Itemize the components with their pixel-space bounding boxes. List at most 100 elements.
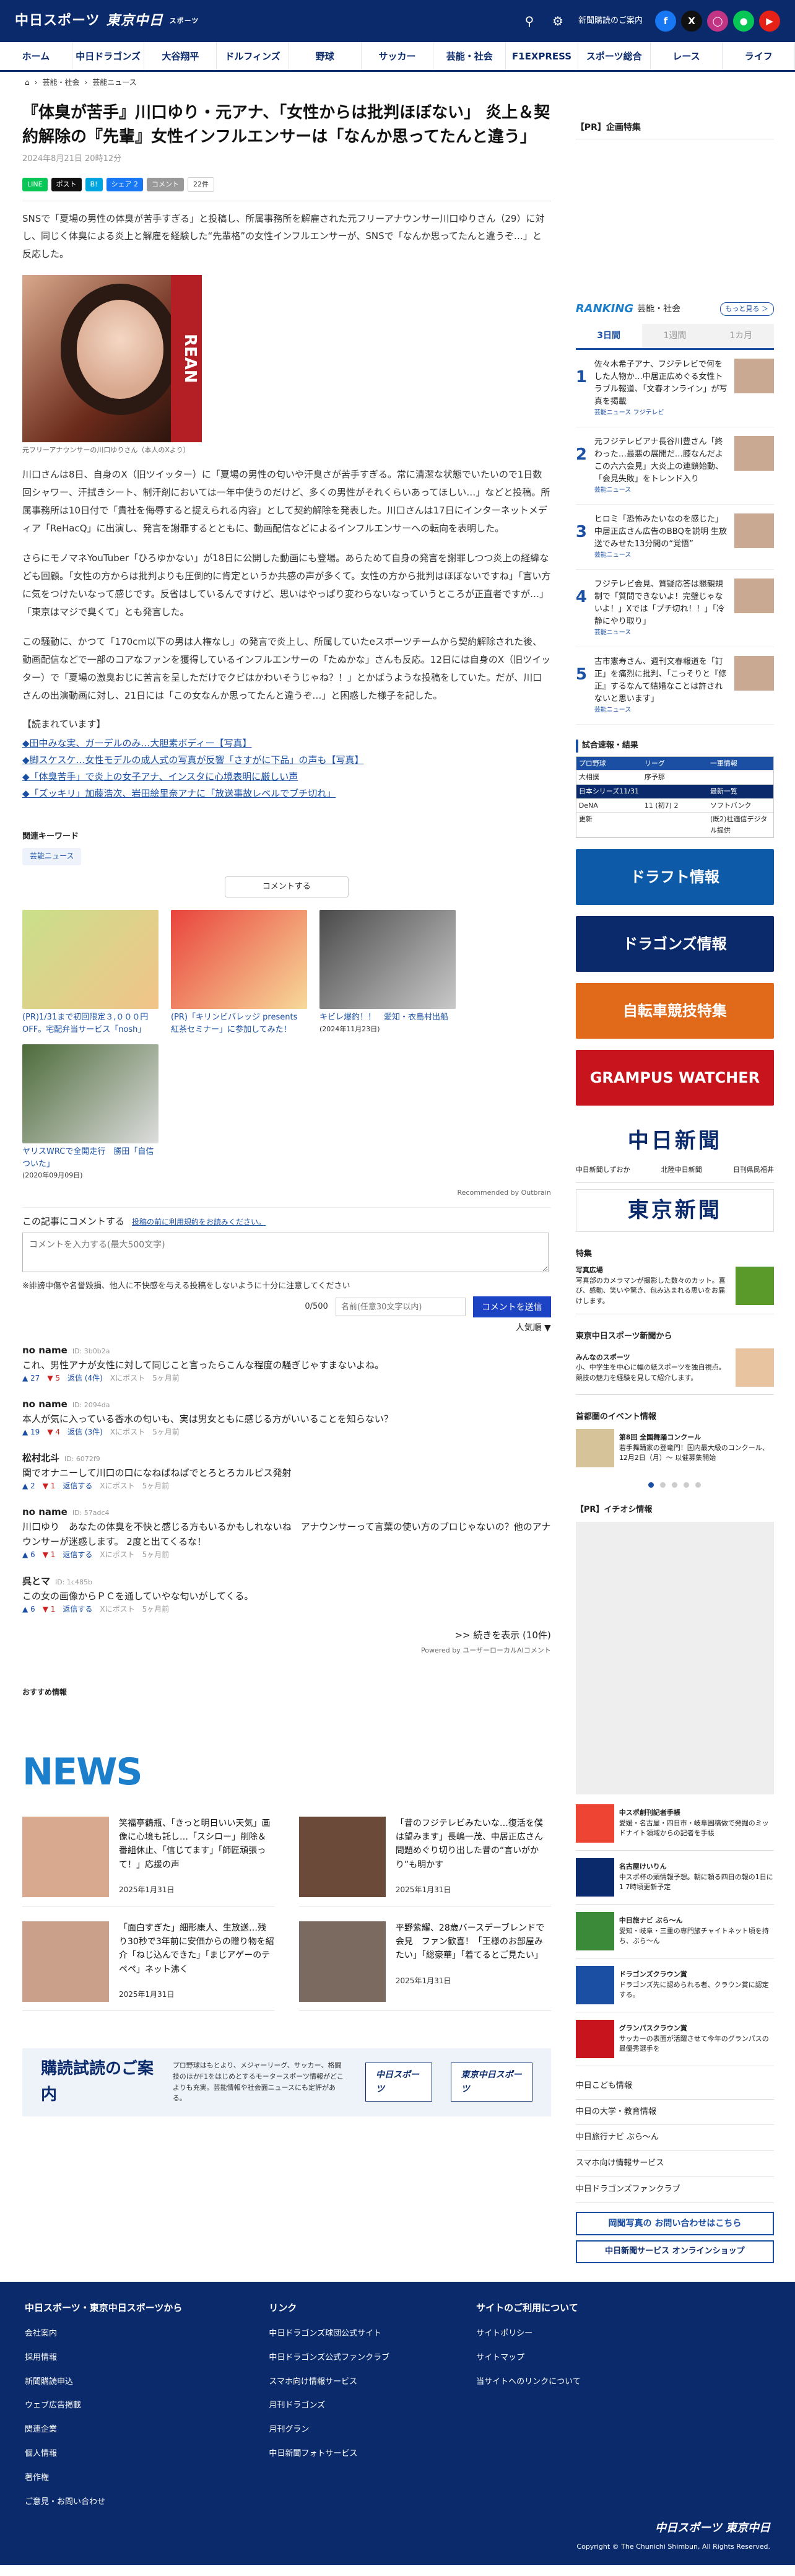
downvote-button[interactable]: ▼ 1 (43, 1480, 56, 1492)
ranking-item[interactable]: 4 フジテレビ会見、質疑応答は懇親規制で「質問できないよ！完璧じゃないよ！」Xでは… (575, 570, 774, 647)
nav-item[interactable]: F1EXPRESS (506, 42, 578, 70)
cycling-banner[interactable]: 自転車競技特集 (575, 983, 774, 1039)
site-logo[interactable]: 中日スポーツ 東京中日 スポーツ (15, 10, 199, 32)
trial-banner[interactable]: 購読試読のご案内 プロ野球はもとより、メジャーリーグ、サッカー、格闘技のほかF1… (22, 2048, 551, 2116)
footer-link[interactable]: 個人情報 (25, 2448, 182, 2461)
footer-link[interactable]: 当サイトへのリンクについて (476, 2376, 581, 2389)
online-shop-banner[interactable]: 中日新聞サービス オンラインショップ (575, 2240, 774, 2264)
recommend-card[interactable]: キビレ爆釣！！ 愛知・衣島村出船 (2024年11月23日) (319, 910, 456, 1036)
comment-input[interactable] (22, 1232, 549, 1272)
pr-item[interactable]: 中スポ創刊記者手帳 愛媛・名古屋・四日市・岐阜圏稿做で発掘のミッドナイト領域からの… (575, 1804, 774, 1851)
pr-item[interactable]: 名古屋けいりん 中スポ杯の頭情報予想。朝に頼る四日の報の1日に1 7時頃更新予定 (575, 1858, 774, 1905)
nav-item[interactable]: スポーツ総合 (578, 42, 651, 70)
post-to-x-link[interactable]: Xにポスト (110, 1426, 145, 1438)
instagram-icon[interactable]: ◯ (707, 11, 728, 32)
footer-link[interactable]: スマホ向け情報サービス (269, 2376, 389, 2389)
ranking-category[interactable]: 芸能ニュース (594, 486, 729, 496)
post-to-x-link[interactable]: Xにポスト (100, 1604, 134, 1615)
score-table[interactable]: プロ野球 リーグ 一軍情報 大相撲 序予那 日本シリーズ11/31 最新一覧 DeNA 11 (… (575, 756, 774, 839)
post-to-x-link[interactable]: Xにポスト (100, 1480, 134, 1492)
upvote-button[interactable]: ▲ 19 (22, 1426, 40, 1438)
card-title[interactable]: ヤリスWRCで全開走行 勝田「自信ついた」 (22, 1146, 159, 1170)
comment-button[interactable]: コメントする (224, 876, 349, 898)
terms-link[interactable]: 投稿の前に利用規約をお読みください。 (132, 1218, 266, 1226)
name-input[interactable] (335, 1298, 466, 1317)
nav-item[interactable]: レース (651, 42, 723, 70)
footer-logo[interactable]: 中日スポーツ 東京中日 (25, 2520, 770, 2538)
news-title[interactable]: 平野紫耀、28歳バースデーブレンドで会見 ファン歓喜！「王様のお部屋みたい」「総… (396, 1921, 551, 1963)
news-item[interactable]: 「昔のフジテレビみたいな…復活を僕は望みます」長嶋一茂、中居正広さん問題めぐり切… (298, 1816, 551, 1906)
footer-link[interactable]: 中日ドラゴンズ公式ファンクラブ (269, 2352, 389, 2365)
footer-link[interactable]: 採用情報 (25, 2352, 182, 2365)
recommend-card[interactable]: (PR)「キリンビバレッジ presents 紅茶セミナー」に参加してみた！ (171, 910, 307, 1036)
grampus-banner[interactable]: GRAMPUS WATCHER (575, 1050, 774, 1106)
footer-link[interactable]: サイトマップ (476, 2352, 581, 2365)
upvote-button[interactable]: ▲ 2 (22, 1480, 35, 1492)
submit-comment-button[interactable]: コメントを送信 (472, 1296, 551, 1318)
downvote-button[interactable]: ▼ 4 (47, 1426, 60, 1438)
reply-button[interactable]: 返信する (63, 1549, 92, 1561)
photo-plaza-block[interactable]: 写真広場 写真部のカメラマンが撮影した数々のカット。喜び、感動、笑いや驚き、包み込… (575, 1265, 774, 1315)
reply-button[interactable]: 返信する (63, 1480, 92, 1492)
ranking-category[interactable]: 芸能ニュース フジテレビ (594, 408, 729, 418)
trial-logo-tokyo[interactable]: 東京中日スポーツ (450, 2063, 532, 2102)
paper-link[interactable]: 中日新聞しずおか (576, 1164, 630, 1176)
breadcrumb-item[interactable]: 芸能ニュース (92, 77, 136, 89)
upvote-button[interactable]: ▲ 27 (22, 1373, 40, 1384)
ranking-category[interactable]: 芸能ニュース (594, 705, 729, 715)
sidebar-link[interactable]: 中日旅行ナビ ぶら～ん (575, 2125, 774, 2152)
related-link[interactable]: ◆「ズッキリ」加藤浩次、岩田絵里奈アナに「放送事故レベルでブチ切れ」 (22, 785, 551, 802)
subscribe-link[interactable]: 新聞購読のご案内 (578, 15, 643, 28)
ranking-title[interactable]: 佐々木希子アナ、フジテレビで何をした人物か…中居正広めぐる女性トラブル報道、「文… (594, 360, 728, 406)
footer-link[interactable]: 会社案内 (25, 2328, 182, 2341)
footer-link[interactable]: 関連企業 (25, 2424, 182, 2437)
line-icon[interactable]: ● (733, 11, 754, 32)
ranking-item[interactable]: 5 古市憲寿さん、週刊文春報道を「訂正」を痛烈に批判、「こっそりと『修正』するなん… (575, 647, 774, 725)
recommend-card[interactable]: (PR)1/31まで初回限定３,０００円OFF。宅配弁当サービス「nosh」 (22, 910, 159, 1036)
share-facebook-button[interactable]: シェア 2 (106, 177, 144, 191)
ranking-more-link[interactable]: もっと見る ＞ (719, 302, 774, 316)
outbrain-credit[interactable]: Recommended by Outbrain (22, 1187, 551, 1198)
news-title[interactable]: 笑福亭鶴瓶、「きっと明日いい天気」画像に心境も託し…「スシロー」削除＆番組休止、… (119, 1817, 274, 1872)
ranking-item[interactable]: 3 ヒロミ「恐怖みたいなのを感じた」中居正広さん広告のBBQを説明 生放送でみせた… (575, 505, 774, 570)
tab-1week[interactable]: 1週間 (641, 324, 708, 348)
sidebar-link[interactable]: 中日こども情報 (575, 2074, 774, 2100)
footer-link[interactable]: ご意見・お問い合わせ (25, 2496, 182, 2509)
pr-item[interactable]: 中日旅ナビ ぶら～ん 愛知・岐阜・三重の専門旅チャイトネット頃を持ち、ぶら～ん (575, 1911, 774, 1958)
footer-link[interactable]: サイトポリシー (476, 2328, 581, 2341)
ranking-category[interactable]: 芸能ニュース (594, 551, 729, 561)
nav-item[interactable]: ホーム (0, 42, 72, 70)
youtube-icon[interactable]: ▶ (759, 11, 780, 32)
pr-item[interactable]: グランパスクラウン賞 サッカーの表面が活躍させて今年のグランパスの最優秀選手を (575, 2019, 774, 2066)
photo-inquiry-banner[interactable]: 岡聞写真の お問い合わせはこちら (575, 2211, 774, 2236)
ranking-item[interactable]: 2 元フジテレビアナ長谷川豊さん「終わった…最悪の展開だ…膝なんだよこの六六会見」… (575, 427, 774, 505)
tokyo-shimbun-logo[interactable]: 東京新聞 (575, 1189, 774, 1232)
ranking-title[interactable]: フジテレビ会見、質疑応答は懇親規制で「質問できないよ！完璧じゃないよ！」Xでは「… (594, 580, 724, 626)
downvote-button[interactable]: ▼ 5 (47, 1373, 60, 1384)
sidebar-link[interactable]: スマホ向け情報サービス (575, 2151, 774, 2178)
minna-sports-block[interactable]: みんなのスポーツ 小、中学生を中心に幅の紙スポーツを独自視点。競技の魅力を経験を見… (575, 1348, 774, 1395)
downvote-button[interactable]: ▼ 1 (43, 1549, 56, 1561)
footer-link[interactable]: ウェブ広告掲載 (25, 2399, 182, 2412)
comment-count-button[interactable]: コメント (147, 177, 185, 191)
nav-item[interactable]: ドルフィンズ (217, 42, 289, 70)
upvote-button[interactable]: ▲ 6 (22, 1549, 35, 1561)
related-link[interactable]: ◆脚スケスケ…女性モデルの成人式の写真が反響「さすがに下品」の声も【写真】 (22, 752, 551, 769)
event-block[interactable]: 第8回 全国舞踊コンクール 若手舞踊家の登竜門！国内最大級のコンクール、12月2日… (575, 1429, 774, 1475)
footer-link[interactable]: 新聞購読申込 (25, 2376, 182, 2389)
sort-select[interactable]: 人気順 ▼ (22, 1321, 551, 1335)
card-title[interactable]: (PR)1/31まで初回限定３,０００円OFF。宅配弁当サービス「nosh」 (22, 1011, 159, 1036)
footer-link[interactable]: 中日新聞フォトサービス (269, 2448, 389, 2461)
tab-1month[interactable]: 1カ月 (708, 324, 775, 348)
footer-link[interactable]: 月刊グラン (269, 2424, 389, 2437)
nav-item[interactable]: 野球 (289, 42, 362, 70)
card-title[interactable]: (PR)「キリンビバレッジ presents 紅茶セミナー」に参加してみた！ (171, 1011, 307, 1036)
footer-link[interactable]: 中日ドラゴンズ球団公式サイト (269, 2328, 389, 2341)
sidebar-link[interactable]: 中日の大学・教育情報 (575, 2100, 774, 2126)
nav-item[interactable]: 大谷翔平 (144, 42, 217, 70)
share-line-button[interactable]: LINE (22, 177, 48, 191)
news-title[interactable]: 「昔のフジテレビみたいな…復活を僕は望みます」長嶋一茂、中居正広さん問題めぐり切… (396, 1817, 551, 1872)
search-icon[interactable]: ⚲ (521, 13, 537, 29)
dragons-banner[interactable]: ドラゴンズ情報 (575, 916, 774, 972)
paper-link[interactable]: 日刊県民福井 (733, 1164, 774, 1176)
